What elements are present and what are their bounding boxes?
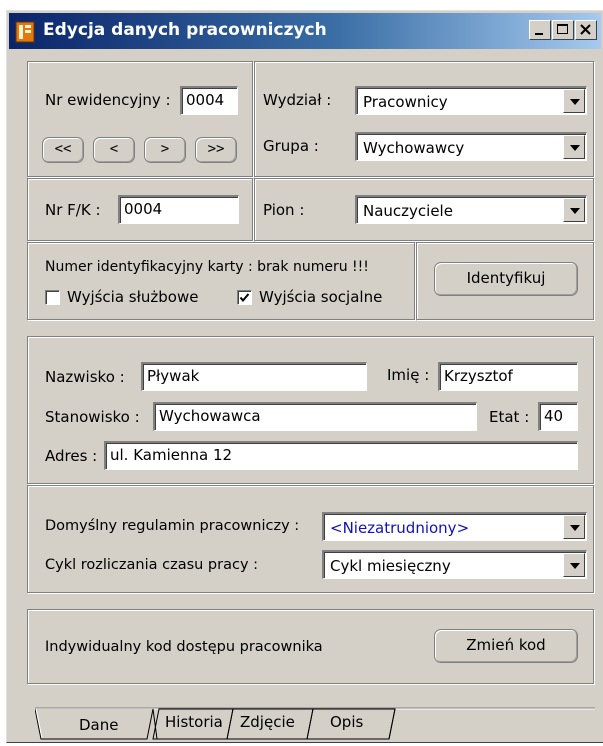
etat-label: Etat : — [489, 408, 530, 426]
title-bar[interactable]: Edycja danych pracowniczych — [9, 13, 601, 49]
adres-input[interactable]: ul. Kamienna 12 — [104, 441, 578, 470]
stanowisko-input[interactable]: Wychowawca — [153, 402, 477, 431]
grupa-value: Wychowawcy — [363, 139, 465, 157]
wyjscia-sluzbowe-label[interactable]: Wyjścia służbowe — [67, 288, 198, 306]
pion-value: Nauczyciele — [363, 202, 453, 220]
wydzial-select[interactable]: Pracownicy — [355, 86, 587, 115]
close-button[interactable] — [575, 20, 597, 40]
previous-record-button[interactable]: < — [93, 137, 135, 163]
regulamin-value: <Niezatrudniony> — [330, 519, 470, 537]
change-code-button[interactable]: Zmień kod — [434, 629, 578, 663]
adres-label: Adres : — [45, 447, 98, 465]
next-record-button[interactable]: > — [144, 137, 186, 163]
checkmark-icon — [239, 293, 250, 303]
nr-ewidencyjny-input[interactable]: 0004 — [180, 86, 238, 115]
identify-button[interactable]: Identyfikuj — [434, 262, 578, 296]
maximize-icon — [557, 24, 568, 34]
tab-zdjecie[interactable]: Zdjęcie — [240, 713, 295, 731]
cykl-value: Cykl miesięczny — [330, 557, 451, 575]
tab-strip — [35, 707, 595, 740]
main-window: Edycja danych pracowniczych Nr ewidencyj… — [6, 10, 603, 743]
nr-fk-input[interactable]: 0004 — [118, 195, 239, 224]
access-code-text: Indywidualny kod dostępu pracownika — [45, 639, 323, 655]
wyjscia-socjalne-checkbox[interactable] — [237, 290, 252, 305]
card-number-text: Numer identyfikacyjny karty : brak numer… — [45, 259, 369, 275]
chevron-down-icon[interactable] — [563, 89, 585, 113]
minimize-icon — [535, 33, 543, 35]
first-record-button[interactable]: << — [42, 137, 84, 163]
tab-dane[interactable]: Dane — [79, 716, 118, 734]
app-icon — [15, 21, 35, 43]
chevron-down-icon[interactable] — [563, 198, 585, 222]
nazwisko-input[interactable]: Pływak — [141, 362, 367, 391]
cykl-select[interactable]: Cykl miesięczny — [322, 550, 587, 579]
regulamin-select[interactable]: <Niezatrudniony> — [322, 512, 587, 541]
grupa-label: Grupa : — [263, 137, 319, 155]
imie-input[interactable]: Krzysztof — [438, 362, 578, 391]
wyjscia-sluzbowe-checkbox[interactable] — [45, 290, 60, 305]
nazwisko-label: Nazwisko : — [45, 368, 125, 386]
pion-label: Pion : — [263, 201, 305, 219]
window-title: Edycja danych pracowniczych — [43, 20, 327, 40]
maximize-button[interactable] — [552, 20, 574, 40]
regulamin-label: Domyślny regulamin pracowniczy : — [45, 518, 300, 534]
grupa-select[interactable]: Wychowawcy — [355, 132, 587, 161]
stanowisko-label: Stanowisko : — [45, 408, 140, 426]
minimize-button[interactable] — [529, 20, 551, 40]
wyjscia-socjalne-label[interactable]: Wyjścia socjalne — [259, 288, 382, 306]
chevron-down-icon[interactable] — [563, 553, 585, 577]
tab-historia[interactable]: Historia — [165, 713, 223, 731]
tab-opis[interactable]: Opis — [330, 713, 363, 731]
card-group — [27, 242, 415, 320]
pion-select[interactable]: Nauczyciele — [355, 195, 587, 224]
wydzial-label: Wydział : — [263, 91, 332, 109]
nr-ewidencyjny-label: Nr ewidencyjny : — [45, 91, 171, 109]
nr-fk-label: Nr F/K : — [45, 201, 101, 219]
chevron-down-icon[interactable] — [563, 515, 585, 539]
etat-input[interactable]: 40 — [538, 402, 578, 431]
last-record-button[interactable]: >> — [195, 137, 237, 163]
chevron-down-icon[interactable] — [563, 135, 585, 159]
cykl-label: Cykl rozliczania czasu pracy : — [45, 557, 259, 573]
imie-label: Imię : — [387, 366, 430, 384]
wydzial-value: Pracownicy — [363, 93, 448, 111]
close-icon — [580, 24, 591, 35]
